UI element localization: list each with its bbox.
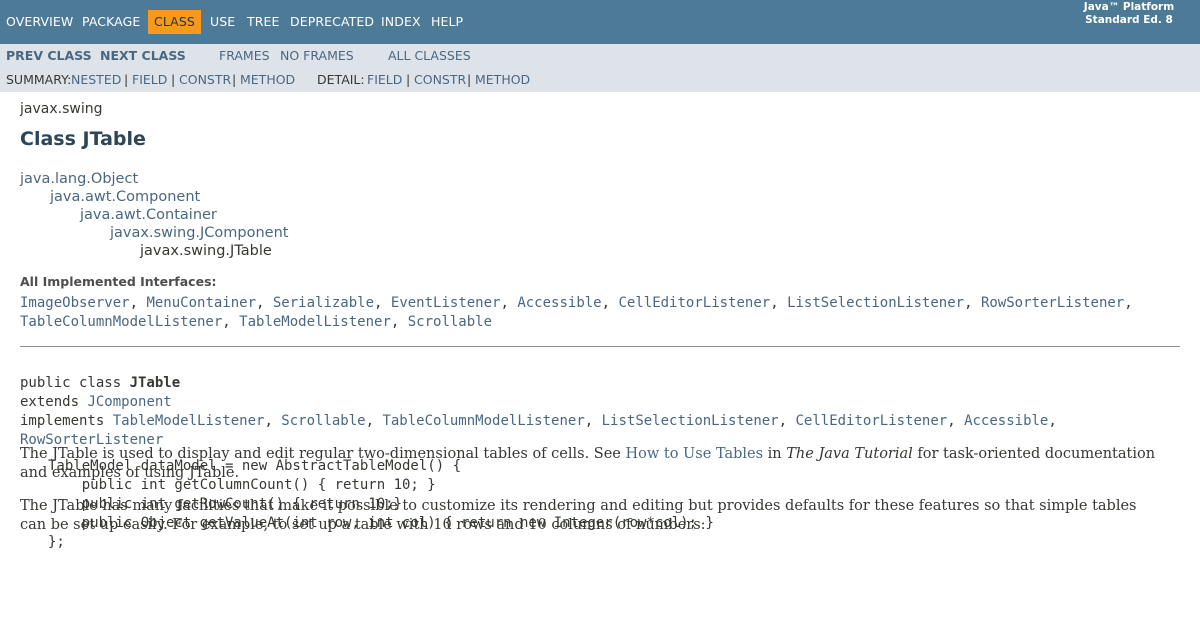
code-line: }; — [48, 534, 65, 550]
declaration-prefix: public class — [20, 375, 130, 391]
code-line: public Object getValueAt(int row, int co… — [48, 515, 714, 531]
divider — [20, 346, 1180, 347]
interface-link[interactable]: TableColumnModelListener — [20, 314, 222, 330]
summary-label: SUMMARY: — [6, 72, 72, 87]
interfaces-list: ImageObserver, MenuContainer, Serializab… — [20, 295, 1133, 330]
summary-field-link[interactable]: FIELD — [132, 72, 167, 88]
separator: | — [406, 72, 411, 87]
nav-help[interactable]: HELP — [431, 10, 463, 34]
interface-link[interactable]: ImageObserver — [20, 295, 130, 311]
extends-class-link[interactable]: JComponent — [87, 394, 171, 410]
inheritance-component-link[interactable]: java.awt.Component — [50, 188, 200, 206]
interface-link[interactable]: CellEditorListener — [618, 295, 770, 311]
frames-link[interactable]: FRAMES — [219, 48, 270, 64]
class-declaration: public class JTable extends JComponent i… — [20, 374, 1180, 450]
interface-link[interactable]: EventListener — [391, 295, 501, 311]
inheritance-jcomponent-link[interactable]: javax.swing.JComponent — [110, 224, 288, 242]
code-line: TableModel dataModel = new AbstractTable… — [48, 458, 462, 474]
nav-tree[interactable]: TREE — [247, 10, 280, 34]
declaration-line-extends: extends JComponent — [20, 393, 1180, 412]
nav-class[interactable]: CLASS — [148, 10, 201, 34]
next-class-link[interactable]: NEXT CLASS — [100, 48, 186, 64]
platform-line-1: Java™ Platform — [1083, 1, 1175, 13]
implements-link[interactable]: Accessible — [964, 413, 1048, 429]
separator: | — [171, 72, 176, 87]
declaration-class-name: JTable — [129, 375, 181, 391]
nav-deprecated[interactable]: DEPRECATED — [290, 10, 374, 34]
detail-label: DETAIL: — [317, 72, 365, 87]
code-line: public int getColumnCount() { return 10;… — [48, 477, 436, 493]
platform-line-2: Standard Ed. 8 — [1085, 13, 1173, 26]
detail-field-link[interactable]: FIELD — [367, 72, 402, 88]
summary-constr-link[interactable]: CONSTR — [179, 72, 231, 88]
separator: | — [467, 72, 472, 87]
implements-link[interactable]: CellEditorListener — [795, 413, 947, 429]
inheritance-container-link[interactable]: java.awt.Container — [80, 206, 217, 224]
interface-link[interactable]: ListSelectionListener — [787, 295, 964, 311]
interface-link[interactable]: RowSorterListener — [981, 295, 1124, 311]
interfaces-label: All Implemented Interfaces: — [20, 274, 217, 289]
no-frames-link[interactable]: NO FRAMES — [280, 48, 354, 64]
top-nav-bar: OVERVIEW PACKAGE CLASS USE TREE DEPRECAT… — [0, 0, 1200, 44]
package-name: javax.swing — [20, 101, 103, 117]
implements-link[interactable]: ListSelectionListener — [602, 413, 779, 429]
declaration-line-class: public class JTable — [20, 374, 1180, 393]
nav-index[interactable]: INDEX — [381, 10, 421, 34]
nav-package[interactable]: PACKAGE — [82, 10, 140, 34]
extends-prefix: extends — [20, 394, 88, 410]
inheritance-object-link[interactable]: java.lang.Object — [20, 170, 138, 188]
prev-class-link[interactable]: PREV CLASS — [6, 48, 92, 64]
code-example: TableModel dataModel = new AbstractTable… — [48, 457, 1148, 552]
inheritance-current-class: javax.swing.JTable — [140, 243, 272, 259]
separator: | — [124, 72, 129, 87]
detail-constr-link[interactable]: CONSTR — [414, 72, 466, 88]
implements-link[interactable]: TableModelListener — [113, 413, 265, 429]
interface-link[interactable]: TableModelListener — [239, 314, 391, 330]
code-line: public int getRowCount() { return 10;} — [48, 496, 403, 512]
all-classes-link[interactable]: ALL CLASSES — [388, 48, 471, 64]
interface-link[interactable]: Serializable — [273, 295, 374, 311]
interface-link[interactable]: MenuContainer — [146, 295, 256, 311]
interface-link[interactable]: Accessible — [517, 295, 601, 311]
platform-label: Java™ Platform Standard Ed. 8 — [1079, 1, 1179, 26]
nav-use[interactable]: USE — [210, 10, 235, 34]
separator: | — [232, 72, 237, 87]
sub-nav-bar: PREV CLASS NEXT CLASS FRAMES NO FRAMES A… — [0, 44, 1200, 92]
nav-overview[interactable]: OVERVIEW — [6, 10, 73, 34]
summary-nested-link[interactable]: NESTED — [71, 72, 121, 88]
implements-prefix: implements — [20, 413, 113, 429]
interface-link[interactable]: Scrollable — [408, 314, 492, 330]
implements-link[interactable]: Scrollable — [281, 413, 365, 429]
page-title: Class JTable — [20, 128, 146, 150]
implements-link[interactable]: TableColumnModelListener — [382, 413, 584, 429]
summary-method-link[interactable]: METHOD — [240, 72, 295, 88]
detail-method-link[interactable]: METHOD — [475, 72, 530, 88]
